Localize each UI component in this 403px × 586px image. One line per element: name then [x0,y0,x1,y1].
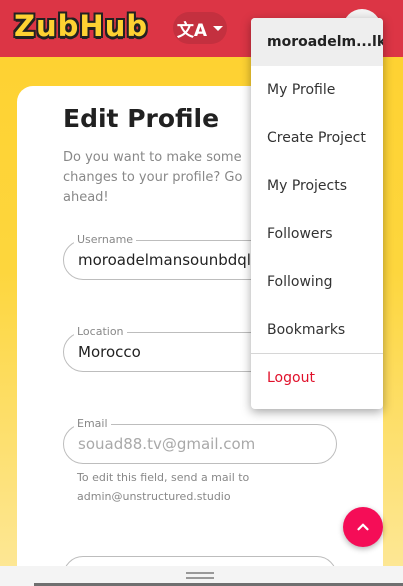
email-value: souad88.tv@gmail.com [78,435,256,453]
email-label: Email [74,417,111,431]
user-dropdown-menu: moroadelm...lk My Profile Create Project… [251,18,383,409]
page-subtitle: Do you want to make some changes to your… [63,150,243,205]
drag-handle-icon[interactable] [186,572,214,579]
location-label: Location [74,325,127,339]
menu-item-my-projects[interactable]: My Projects [251,162,383,210]
menu-item-following[interactable]: Following [251,258,383,306]
email-field: Email souad88.tv@gmail.com [63,417,337,464]
menu-item-bookmarks[interactable]: Bookmarks [251,306,383,354]
page-title: Edit Profile [63,104,220,133]
caret-down-icon [213,25,224,31]
zubhub-logo[interactable]: ZubHub [14,9,148,43]
language-selector-button[interactable]: 文A [173,12,227,44]
menu-item-followers[interactable]: Followers [251,210,383,258]
menu-item-create-project[interactable]: Create Project [251,114,383,162]
translate-icon: 文A [176,20,208,41]
menu-username[interactable]: moroadelm...lk [251,18,383,66]
username-label: Username [74,233,137,247]
email-helper-text: To edit this field, send a mail to admin… [77,471,250,503]
menu-item-logout[interactable]: Logout [251,354,383,402]
scroll-to-top-button[interactable] [343,507,383,547]
chevron-up-icon [357,523,369,531]
menu-item-my-profile[interactable]: My Profile [251,66,383,114]
